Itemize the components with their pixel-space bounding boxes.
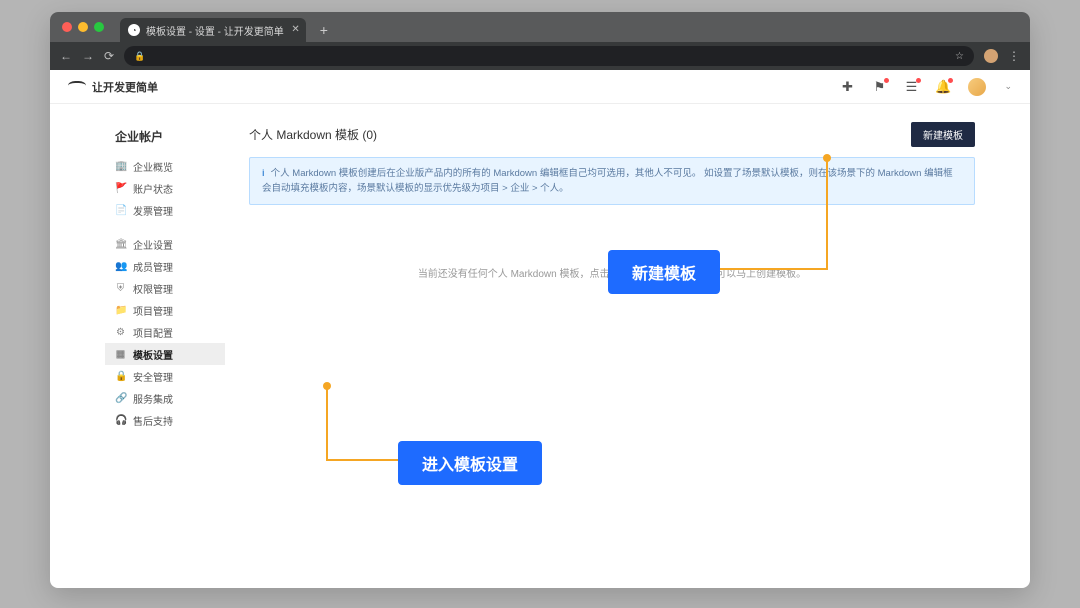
sidebar-item-integrations[interactable]: 🔗 服务集成	[105, 387, 225, 409]
sidebar-item-label: 企业概览	[133, 159, 173, 174]
window-traffic-lights[interactable]	[62, 22, 104, 32]
lock-icon: 🔒	[134, 51, 145, 62]
sidebar-item-label: 安全管理	[133, 369, 173, 384]
sidebar-item-enterprise-settings[interactable]: 🏛 企业设置	[105, 233, 225, 255]
sidebar-item-label: 项目管理	[133, 303, 173, 318]
info-icon: i	[262, 168, 265, 179]
nav-reload-icon[interactable]: ⟳	[104, 49, 114, 63]
content-area: 企业帐户 🏢 企业概览 🚩 账户状态 📄 发票管理	[50, 104, 1030, 449]
browser-window: ◔ 模板设置 - 设置 - 让开发更简单 ✕ + ← → ⟳ 🔒 ☆ ⋮ 让开发…	[50, 12, 1030, 588]
sidebar-item-overview[interactable]: 🏢 企业概览	[105, 155, 225, 177]
sidebar-item-security[interactable]: 🔒 安全管理	[105, 365, 225, 387]
sidebar-item-invoice[interactable]: 📄 发票管理	[105, 199, 225, 221]
sidebar-item-support[interactable]: 🎧 售后支持	[105, 409, 225, 431]
annotation-line	[326, 459, 400, 461]
flag-icon: 🚩	[115, 183, 126, 194]
sidebar-item-label: 项目配置	[133, 325, 173, 340]
chevron-down-icon[interactable]: ⌄	[1004, 81, 1012, 92]
sidebar-item-templates[interactable]: ▦ 模板设置	[105, 343, 225, 365]
bookmark-star-icon[interactable]: ☆	[955, 51, 964, 62]
members-icon: 👥	[115, 261, 126, 272]
tab-title: 模板设置 - 设置 - 让开发更简单	[146, 23, 284, 38]
headset-icon: 🎧	[115, 415, 126, 426]
tab-close-icon[interactable]: ✕	[291, 24, 299, 35]
info-banner: i个人 Markdown 模板创建后在企业版产品内的所有的 Markdown 编…	[249, 157, 975, 205]
new-tab-button[interactable]: +	[312, 18, 336, 42]
browser-toolbar: ← → ⟳ 🔒 ☆ ⋮	[50, 42, 1030, 70]
sidebar-item-label: 模板设置	[133, 347, 173, 362]
sidebar-item-label: 服务集成	[133, 391, 173, 406]
main-column: 个人 Markdown 模板 (0) 新建模板 i个人 Markdown 模板创…	[249, 122, 975, 431]
browser-tabstrip: ◔ 模板设置 - 设置 - 让开发更简单 ✕ +	[50, 12, 1030, 42]
shield-icon: ⛨	[115, 283, 126, 294]
browser-profile-icon[interactable]	[984, 49, 998, 63]
browser-tab-active[interactable]: ◔ 模板设置 - 设置 - 让开发更简单 ✕	[120, 18, 306, 42]
list-icon[interactable]: ☰	[904, 80, 918, 94]
sidebar-item-label: 发票管理	[133, 203, 173, 218]
create-template-button[interactable]: 新建模板	[911, 122, 975, 147]
sidebar-item-label: 账户状态	[133, 181, 173, 196]
header-icons: ✚ ⚑ ☰ 🔔 ⌄	[840, 78, 1012, 96]
sidebar-item-projects[interactable]: 📁 项目管理	[105, 299, 225, 321]
tab-favicon: ◔	[128, 24, 140, 36]
template-icon: ▦	[115, 349, 126, 360]
sidebar-item-label: 售后支持	[133, 413, 173, 428]
main-header-row: 个人 Markdown 模板 (0) 新建模板	[249, 122, 975, 147]
user-avatar[interactable]	[968, 78, 986, 96]
empty-state-text: 当前还没有任何个人 Markdown 模板，点击右上角的“新建模板”按钮可以马上…	[249, 265, 975, 280]
sidebar-item-label: 权限管理	[133, 281, 173, 296]
logo-text: 让开发更简单	[92, 79, 158, 95]
url-bar[interactable]: 🔒 ☆	[124, 46, 974, 66]
nav-back-icon[interactable]: ←	[60, 49, 72, 63]
browser-menu-icon[interactable]: ⋮	[1008, 49, 1020, 63]
settings-panel: 企业帐户 🏢 企业概览 🚩 账户状态 📄 发票管理	[105, 122, 975, 431]
settings-sidebar: 企业帐户 🏢 企业概览 🚩 账户状态 📄 发票管理	[105, 122, 225, 431]
flag-icon[interactable]: ⚑	[872, 80, 886, 94]
info-text: 个人 Markdown 模板创建后在企业版产品内的所有的 Markdown 编辑…	[262, 168, 953, 194]
lock-icon: 🔒	[115, 371, 126, 382]
folder-icon: 📁	[115, 305, 126, 316]
app-logo[interactable]: 让开发更简单	[68, 79, 158, 95]
sidebar-item-project-config[interactable]: ⚙ 项目配置	[105, 321, 225, 343]
sidebar-item-label: 企业设置	[133, 237, 173, 252]
logo-mark-icon	[68, 81, 86, 93]
sidebar-item-account-status[interactable]: 🚩 账户状态	[105, 177, 225, 199]
invoice-icon: 📄	[115, 205, 126, 216]
link-icon: 🔗	[115, 393, 126, 404]
nav-forward-icon[interactable]: →	[82, 49, 94, 63]
sidebar-item-permissions[interactable]: ⛨ 权限管理	[105, 277, 225, 299]
sidebar-title: 企业帐户	[115, 128, 225, 145]
sidebar-item-label: 成员管理	[133, 259, 173, 274]
app-header: 让开发更简单 ✚ ⚑ ☰ 🔔 ⌄	[50, 70, 1030, 104]
page-title: 个人 Markdown 模板 (0)	[249, 126, 377, 143]
bell-icon[interactable]: 🔔	[936, 80, 950, 94]
sidebar-item-members[interactable]: 👥 成员管理	[105, 255, 225, 277]
plus-icon[interactable]: ✚	[840, 80, 854, 94]
gear-icon: ⚙	[115, 327, 126, 338]
enterprise-icon: 🏛	[115, 239, 126, 250]
building-icon: 🏢	[115, 161, 126, 172]
